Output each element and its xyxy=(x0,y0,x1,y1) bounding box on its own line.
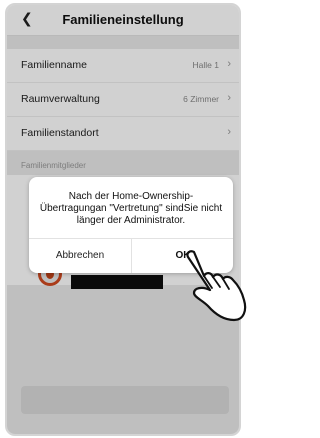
cancel-button[interactable]: Abbrechen xyxy=(29,238,131,273)
dialog-message: Nach der Home-Ownership-Übertragungan "V… xyxy=(39,191,223,226)
pointing-hand-icon xyxy=(186,250,247,322)
phone-frame: ❮ Familieneinstellung Familienname Halle… xyxy=(5,3,241,436)
